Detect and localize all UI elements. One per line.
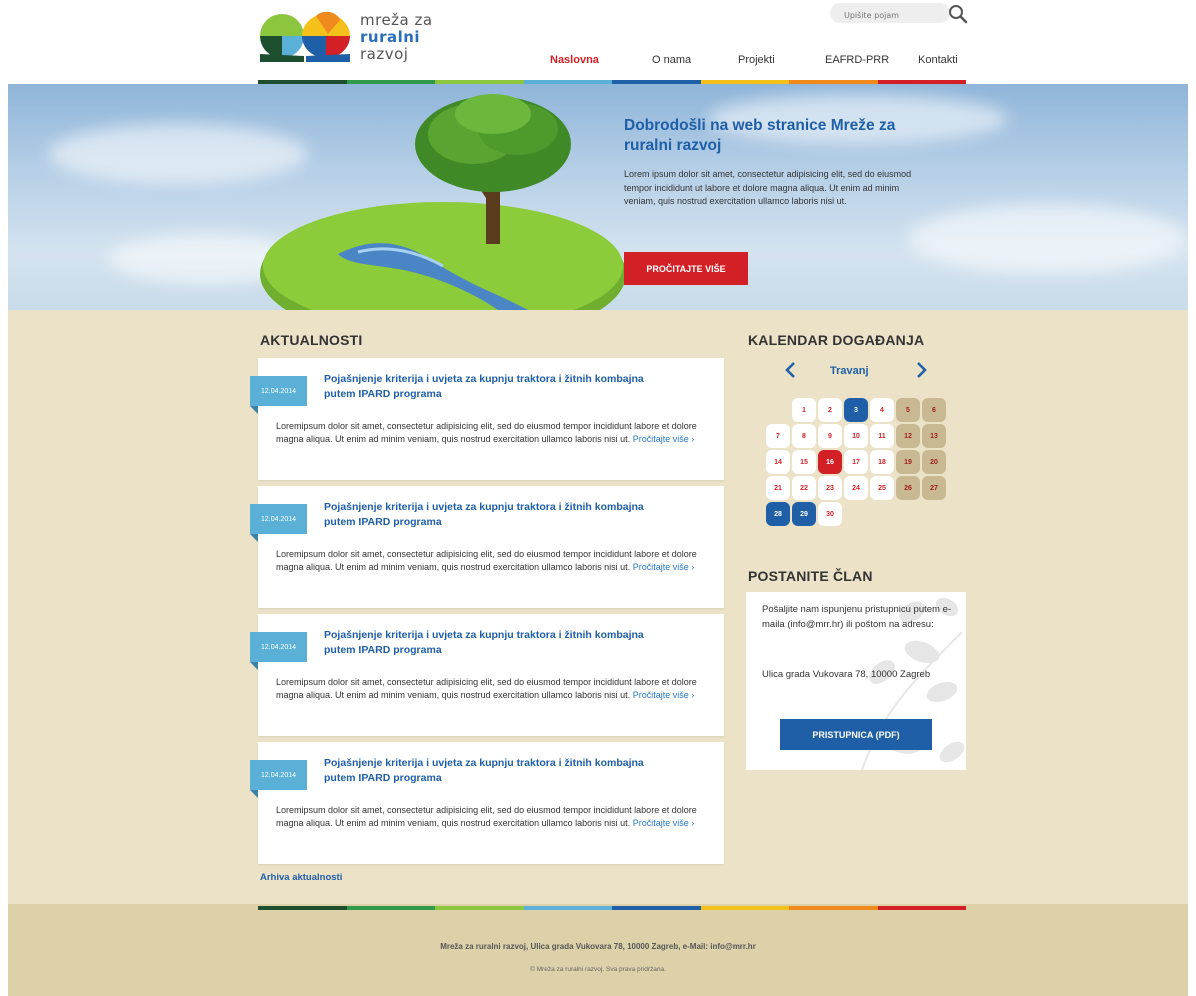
calendar-day[interactable]: 4 — [870, 398, 894, 422]
news-title-link[interactable]: Pojašnjenje kriterija i uvjeta za kupnju… — [324, 500, 664, 530]
news-card: 12.04.2014 Pojašnjenje kriterija i uvjet… — [250, 486, 724, 608]
news-date-badge: 12.04.2014 — [250, 504, 307, 542]
calendar-day[interactable]: 20 — [922, 450, 946, 474]
member-section-title: POSTANITE ČLAN — [748, 568, 873, 584]
membership-pdf-button[interactable]: PRISTUPNICA (PDF) — [780, 719, 932, 750]
search-icon[interactable] — [948, 4, 968, 24]
calendar-day[interactable]: 14 — [766, 450, 790, 474]
calendar-day[interactable]: 25 — [870, 476, 894, 500]
calendar-month: Travanj — [830, 365, 869, 377]
news-title-link[interactable]: Pojašnjenje kriterija i uvjeta za kupnju… — [324, 756, 664, 786]
nav-item-o-nama[interactable]: O nama — [652, 54, 691, 66]
stripe-segment — [346, 906, 435, 910]
calendar-day[interactable]: 19 — [896, 450, 920, 474]
calendar-day[interactable]: 27 — [922, 476, 946, 500]
logo-text: mreža za ruralni razvoj — [360, 12, 433, 63]
news-read-more-link[interactable]: Pročitajte više › — [633, 434, 695, 444]
calendar-day[interactable]: 12 — [896, 424, 920, 448]
news-excerpt: Loremipsum dolor sit amet, consectetur a… — [276, 676, 706, 702]
calendar-title: KALENDAR DOGAĐANJA — [748, 332, 925, 348]
calendar-day[interactable]: 28 — [766, 502, 790, 526]
logo-line-2: ruralni — [360, 28, 421, 46]
calendar-day[interactable]: 21 — [766, 476, 790, 500]
news-card: 12.04.2014 Pojašnjenje kriterija i uvjet… — [250, 742, 724, 864]
search-box — [830, 3, 950, 26]
calendar-day[interactable]: 8 — [792, 424, 816, 448]
stripe-segment — [258, 906, 347, 910]
hero-island-image — [260, 94, 626, 310]
page: mreža za ruralni razvoj Naslovna O nama … — [8, 0, 1188, 996]
calendar-day[interactable]: 2 — [818, 398, 842, 422]
calendar-day[interactable]: 18 — [870, 450, 894, 474]
nav-item-kontakti[interactable]: Kontakti — [918, 54, 958, 66]
news-title-link[interactable]: Pojašnjenje kriterija i uvjeta za kupnju… — [324, 628, 664, 658]
calendar-next-icon[interactable] — [916, 360, 928, 384]
calendar-day[interactable]: 11 — [870, 424, 894, 448]
news-date-badge: 12.04.2014 — [250, 760, 307, 798]
news-excerpt: Loremipsum dolor sit amet, consectetur a… — [276, 420, 706, 446]
news-read-more-link[interactable]: Pročitajte više › — [633, 690, 695, 700]
calendar-day[interactable]: 17 — [844, 450, 868, 474]
news-date-badge: 12.04.2014 — [250, 632, 307, 670]
main-nav: Naslovna O nama Projekti EAFRD-PRR Konta… — [538, 54, 970, 72]
news-read-more-link[interactable]: Pročitajte više › — [633, 818, 695, 828]
site-footer: Mreža za ruralni razvoj, Ulica grada Vuk… — [8, 904, 1188, 996]
calendar-day[interactable]: 6 — [922, 398, 946, 422]
stripe-segment — [435, 906, 524, 910]
footer-copyright: © Mreža za ruralni razvoj. Sva prava pri… — [530, 966, 666, 973]
news-card: 12.04.2014 Pojašnjenje kriterija i uvjet… — [250, 358, 724, 480]
stripe-segment — [700, 906, 789, 910]
footer-contact: Mreža za ruralni razvoj, Ulica grada Vuk… — [440, 942, 756, 951]
stripe-segment — [523, 906, 612, 910]
calendar-day[interactable]: 15 — [792, 450, 816, 474]
nav-item-eafrd-prr[interactable]: EAFRD-PRR — [825, 54, 889, 66]
news-archive-link[interactable]: Arhiva aktualnosti — [260, 872, 342, 883]
member-address: Ulica grada Vukovara 78, 10000 Zagreb — [762, 669, 931, 680]
nav-item-projekti[interactable]: Projekti — [738, 54, 775, 66]
nav-item-naslovna[interactable]: Naslovna — [550, 54, 599, 66]
news-section-title: AKTUALNOSTI — [260, 332, 363, 348]
read-more-button[interactable]: PROČITAJTE VIŠE — [624, 252, 748, 285]
color-stripe-bottom — [258, 906, 966, 910]
calendar-day[interactable]: 5 — [896, 398, 920, 422]
news-date-badge: 12.04.2014 — [250, 376, 307, 414]
calendar-day[interactable]: 10 — [844, 424, 868, 448]
news-title-link[interactable]: Pojašnjenje kriterija i uvjeta za kupnju… — [324, 372, 664, 402]
stripe-segment — [789, 906, 878, 910]
calendar-day[interactable]: 13 — [922, 424, 946, 448]
calendar-day[interactable]: 29 — [792, 502, 816, 526]
hero-text: Lorem ipsum dolor sit amet, consectetur … — [624, 169, 912, 206]
news-card: 12.04.2014 Pojašnjenje kriterija i uvjet… — [250, 614, 724, 736]
logo-line-3: razvoj — [360, 45, 409, 63]
news-excerpt: Loremipsum dolor sit amet, consectetur a… — [276, 804, 706, 830]
calendar-day[interactable]: 3 — [844, 398, 868, 422]
calendar-day[interactable]: 7 — [766, 424, 790, 448]
calendar-day[interactable]: 9 — [818, 424, 842, 448]
member-box: Pošaljite nam ispunjenu pristupnicu pute… — [746, 592, 966, 770]
member-text: Pošaljite nam ispunjenu pristupnicu pute… — [762, 604, 952, 630]
logo-mark-icon — [260, 11, 350, 62]
news-read-more-link[interactable]: Pročitajte više › — [633, 562, 695, 572]
logo-line-1: mreža za — [360, 11, 433, 29]
stripe-segment — [612, 906, 701, 910]
news-excerpt: Loremipsum dolor sit amet, consectetur a… — [276, 548, 706, 574]
stripe-segment — [877, 906, 966, 910]
calendar-day[interactable]: 16 — [818, 450, 842, 474]
calendar-prev-icon[interactable] — [784, 360, 796, 384]
calendar-day[interactable]: 1 — [792, 398, 816, 422]
calendar-day[interactable]: 22 — [792, 476, 816, 500]
calendar-day[interactable]: 30 — [818, 502, 842, 526]
site-header: mreža za ruralni razvoj Naslovna O nama … — [8, 0, 1188, 84]
hero-title: Dobrodošli na web stranice Mreže za rura… — [624, 117, 896, 154]
search-input[interactable] — [830, 5, 930, 26]
calendar-day[interactable]: 26 — [896, 476, 920, 500]
calendar-day[interactable]: 23 — [818, 476, 842, 500]
calendar-day[interactable]: 24 — [844, 476, 868, 500]
hero-banner: Dobrodošli na web stranice Mreže za rura… — [8, 84, 1188, 310]
site-logo[interactable]: mreža za ruralni razvoj — [258, 10, 448, 65]
